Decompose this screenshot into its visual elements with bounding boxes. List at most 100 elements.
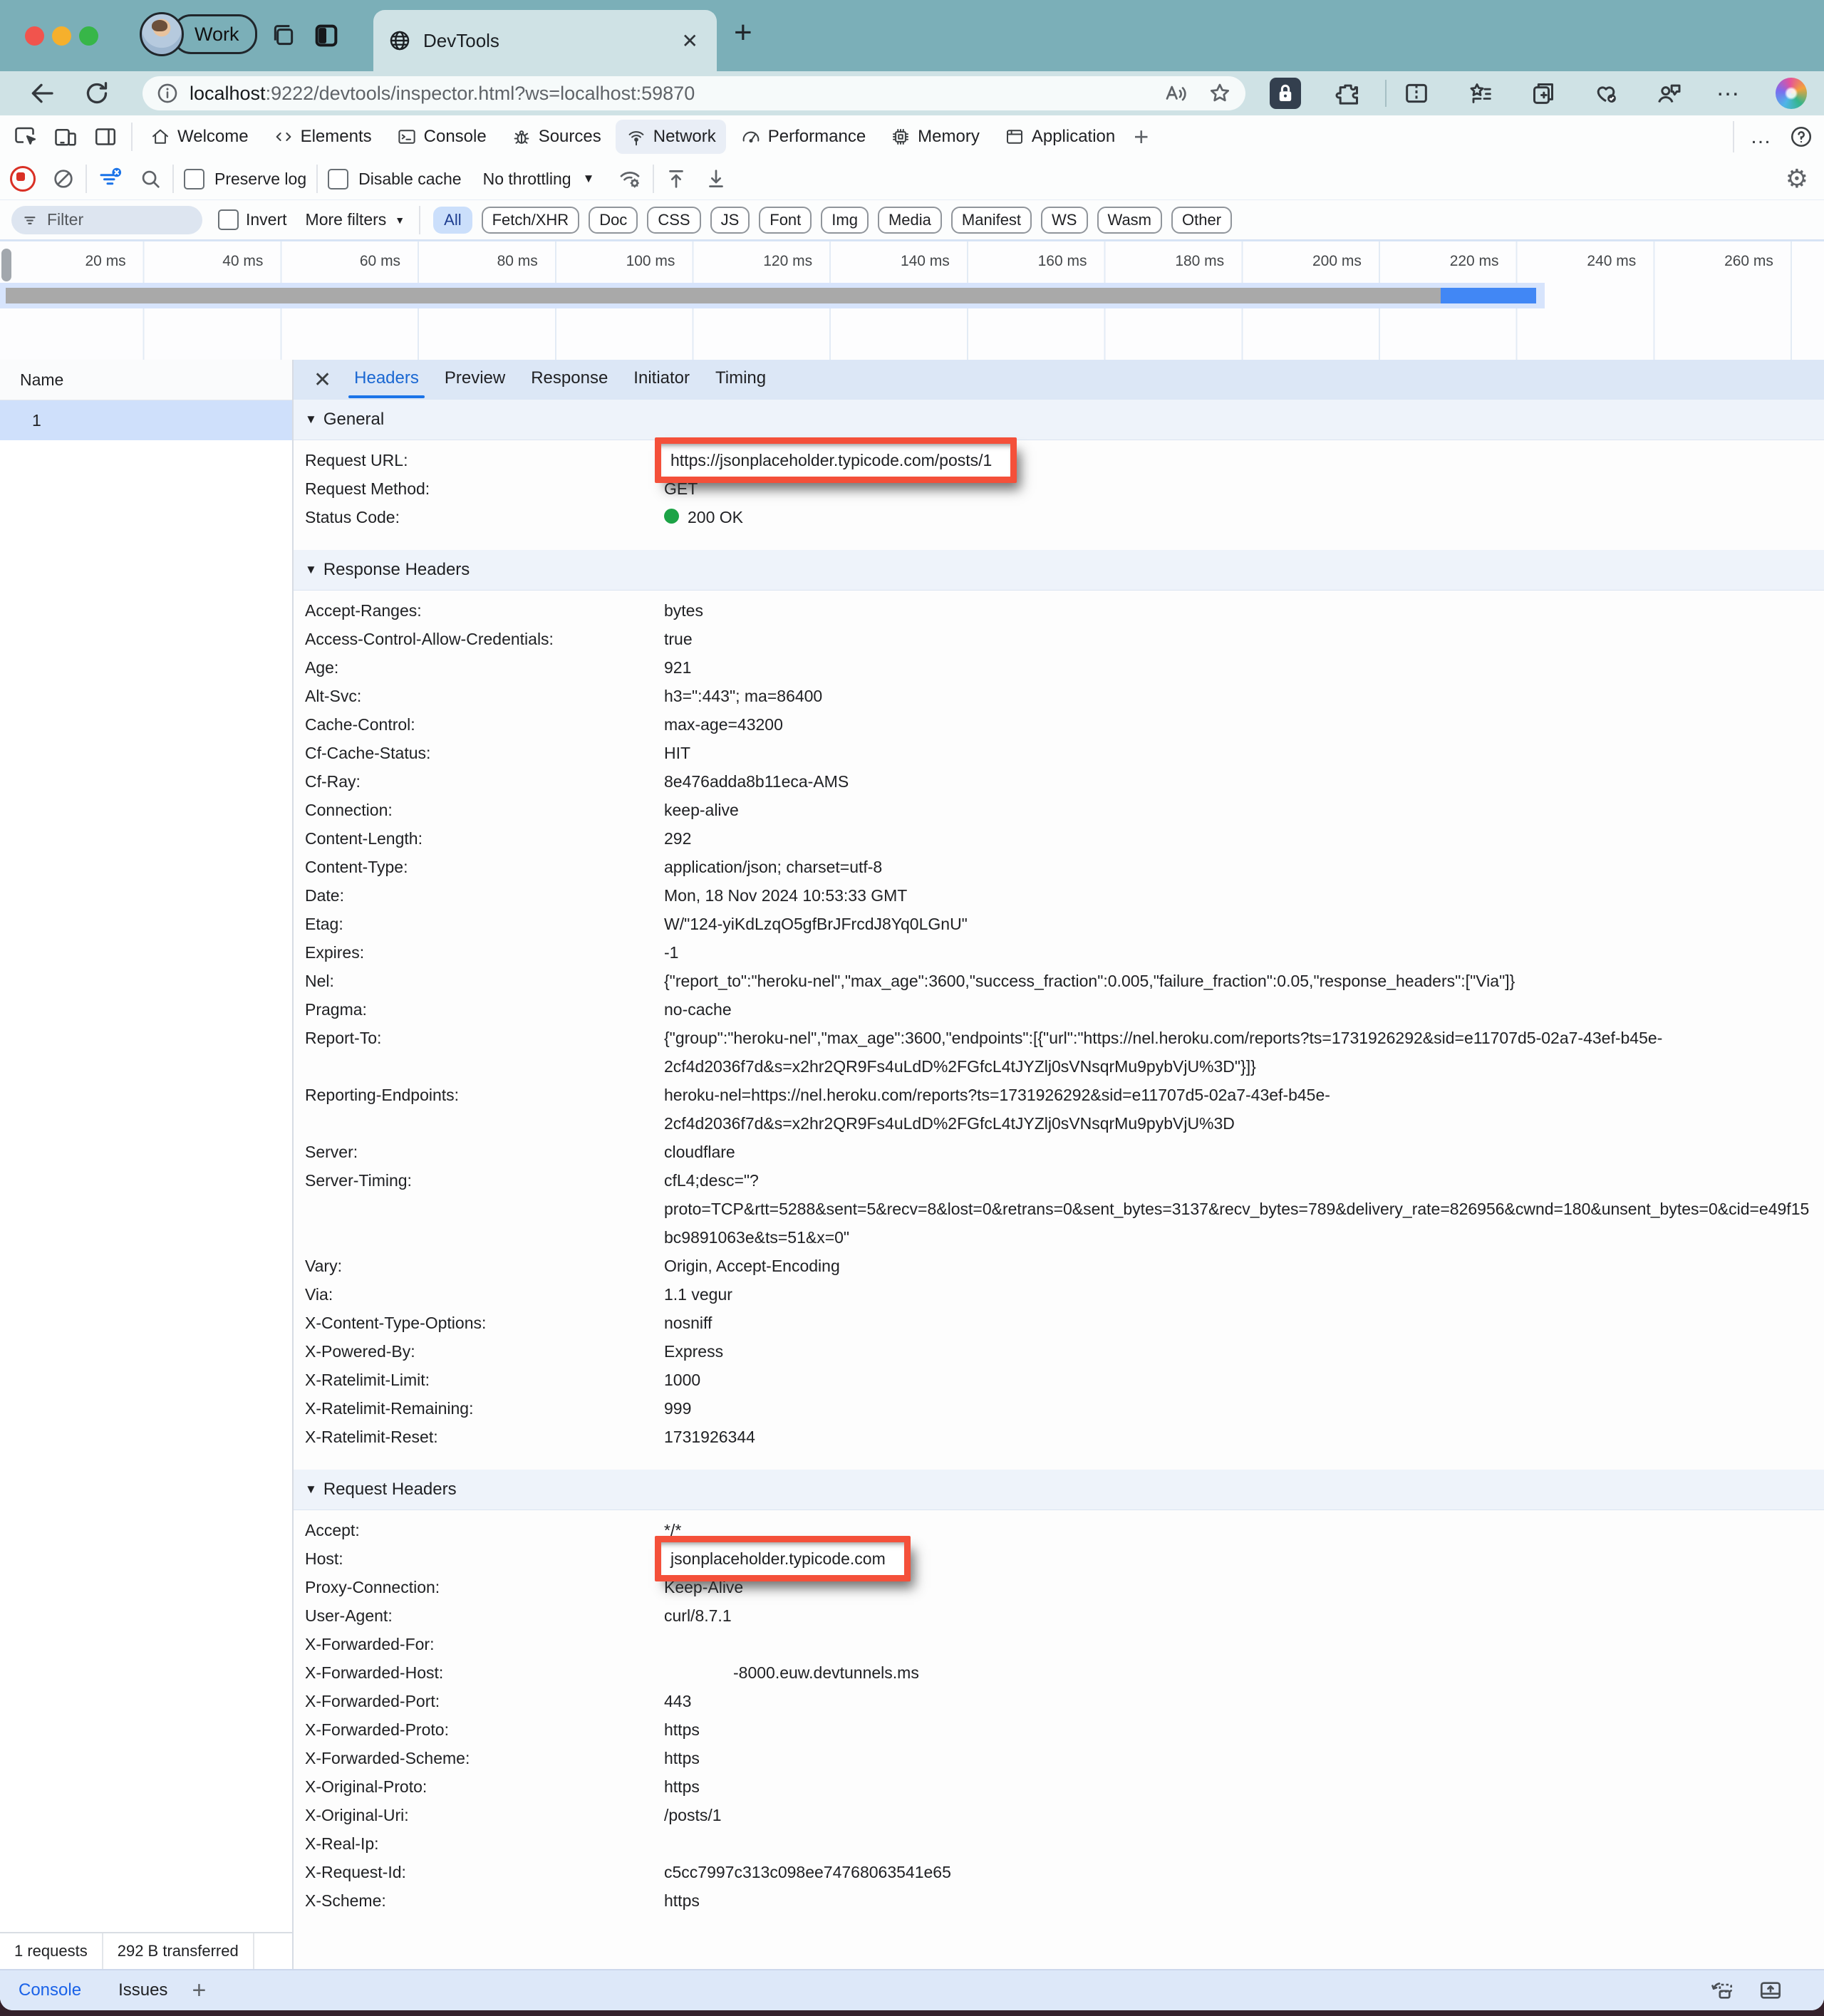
import-har-icon[interactable] <box>664 167 688 191</box>
filter-chip-img[interactable]: Img <box>821 207 869 234</box>
network-settings-gear-icon[interactable]: ⚙ <box>1786 164 1808 194</box>
throttling-dropdown[interactable]: No throttling ▼ <box>483 170 595 189</box>
dock-side-icon[interactable] <box>93 124 118 150</box>
inspect-element-icon[interactable] <box>13 124 38 150</box>
overview-selected-row[interactable] <box>0 283 1545 308</box>
details-tab-preview[interactable]: Preview <box>432 360 518 400</box>
header-name: Accept: <box>305 1516 664 1544</box>
sources-icon <box>511 126 532 147</box>
close-details-icon[interactable]: ✕ <box>304 368 341 393</box>
section-header-response-headers[interactable]: ▼Response Headers <box>294 550 1824 591</box>
extensions-icon[interactable] <box>1334 79 1362 108</box>
filter-chip-font[interactable]: Font <box>759 207 812 234</box>
back-icon[interactable] <box>27 79 56 108</box>
new-tab-button[interactable]: + <box>734 17 752 48</box>
clear-network-log-icon[interactable] <box>51 167 76 191</box>
devtools-menu-icon[interactable]: … <box>1750 125 1773 149</box>
section-header-general[interactable]: ▼General <box>294 400 1824 440</box>
header-row: Connection:keep-alive <box>294 796 1824 824</box>
invert-checkbox[interactable] <box>218 209 239 230</box>
filter-chip-fetch-xhr[interactable]: Fetch/XHR <box>482 207 580 234</box>
disable-cache-checkbox[interactable] <box>328 169 348 189</box>
device-toolbar-icon[interactable] <box>53 124 78 150</box>
devtools-tab-performance[interactable]: Performance <box>730 120 876 154</box>
header-value: /posts/1 <box>664 1801 1824 1829</box>
browser-essentials-icon[interactable] <box>1592 79 1620 108</box>
timeline-tick: 180 ms <box>1099 253 1236 270</box>
filter-chip-media[interactable]: Media <box>878 207 942 234</box>
workspaces-icon[interactable] <box>269 21 298 50</box>
details-tab-timing[interactable]: Timing <box>703 360 779 400</box>
filter-chip-all[interactable]: All <box>433 207 472 234</box>
network-conditions-icon[interactable] <box>617 166 643 192</box>
details-tab-initiator[interactable]: Initiator <box>621 360 703 400</box>
header-name: Content-Type: <box>305 853 664 881</box>
collections-icon[interactable] <box>1466 79 1495 108</box>
status-green-dot <box>664 509 679 524</box>
drawer-tab-console[interactable]: Console <box>0 1980 100 2000</box>
read-aloud-icon[interactable] <box>1163 80 1188 106</box>
devtools-tab-console[interactable]: Console <box>386 120 497 154</box>
copilot-icon[interactable] <box>1776 78 1807 109</box>
split-window-icon[interactable] <box>312 21 341 50</box>
header-name: Vary: <box>305 1252 664 1280</box>
minimize-window-button[interactable] <box>52 26 71 46</box>
name-column-header[interactable]: Name <box>0 360 292 400</box>
zoom-window-button[interactable] <box>79 26 98 46</box>
preserve-log-checkbox[interactable] <box>184 169 204 189</box>
devtools-tab-elements[interactable]: Elements <box>263 120 382 154</box>
add-tab-to-group-icon[interactable] <box>1529 79 1558 108</box>
overview-scroll-handle[interactable] <box>1 249 11 281</box>
more-filters-dropdown[interactable]: More filters ▼ <box>306 206 421 234</box>
timeline-tick: 240 ms <box>1510 253 1648 270</box>
header-value <box>664 1829 1824 1858</box>
password-lock-icon[interactable] <box>1270 78 1301 109</box>
device-rotate-icon[interactable] <box>1709 1977 1736 2004</box>
site-info-icon[interactable] <box>155 81 180 105</box>
filter-chip-js[interactable]: JS <box>710 207 750 234</box>
help-icon[interactable] <box>1788 124 1814 150</box>
header-value: heroku-nel=https://nel.heroku.com/report… <box>664 1081 1824 1138</box>
filter-chip-manifest[interactable]: Manifest <box>951 207 1032 234</box>
browser-tab-devtools[interactable]: DevTools ✕ <box>373 10 717 71</box>
section-title: Response Headers <box>323 560 470 579</box>
devtools-tab-memory[interactable]: Memory <box>880 120 990 154</box>
tab-label: Memory <box>918 127 980 147</box>
filter-chip-doc[interactable]: Doc <box>589 207 638 234</box>
devtools-tab-network[interactable]: Network <box>616 120 726 154</box>
details-tab-headers[interactable]: Headers <box>341 360 432 400</box>
drawer-more-tabs-icon[interactable]: + <box>186 1977 212 2005</box>
details-tab-response[interactable]: Response <box>518 360 621 400</box>
export-har-icon[interactable] <box>704 167 728 191</box>
filter-chip-css[interactable]: CSS <box>647 207 700 234</box>
filter-chip-other[interactable]: Other <box>1171 207 1232 234</box>
browser-settings-menu-icon[interactable]: … <box>1716 74 1744 103</box>
devtools-tab-sources[interactable]: Sources <box>501 120 611 154</box>
search-icon[interactable] <box>138 167 162 191</box>
request-row-selected[interactable]: 1 <box>0 400 292 440</box>
header-name: X-Ratelimit-Reset: <box>305 1423 664 1451</box>
reload-icon[interactable] <box>83 79 111 108</box>
more-tools-plus-icon[interactable]: + <box>1125 122 1157 152</box>
header-row: Date:Mon, 18 Nov 2024 10:53:33 GMT <box>294 881 1824 910</box>
filter-toggle-icon[interactable] <box>97 166 123 192</box>
url-bar[interactable]: localhost:9222/devtools/inspector.html?w… <box>142 76 1245 110</box>
favorites-star-icon[interactable] <box>1207 80 1233 106</box>
profile-feedback-icon[interactable] <box>1654 79 1683 108</box>
tab-close-icon[interactable]: ✕ <box>678 29 703 53</box>
split-screen-icon[interactable] <box>1402 79 1431 108</box>
profile-chip[interactable]: Work <box>140 14 257 54</box>
toolbar-divider <box>1385 80 1387 107</box>
header-row: Request Method:GET <box>294 474 1824 503</box>
console-icon <box>396 126 418 147</box>
record-network-log-icon[interactable] <box>10 166 36 192</box>
filter-chip-wasm[interactable]: Wasm <box>1097 207 1163 234</box>
filter-chip-ws[interactable]: WS <box>1041 207 1087 234</box>
section-header-request-headers[interactable]: ▼Request Headers <box>294 1470 1824 1510</box>
close-window-button[interactable] <box>25 26 44 46</box>
devtools-tab-welcome[interactable]: Welcome <box>140 120 259 154</box>
expand-panel-icon[interactable] <box>1757 1977 1784 2004</box>
devtools-tab-application[interactable]: Application <box>994 120 1125 154</box>
filter-input[interactable]: Filter <box>11 206 202 234</box>
drawer-tab-issues[interactable]: Issues <box>100 1980 186 2000</box>
